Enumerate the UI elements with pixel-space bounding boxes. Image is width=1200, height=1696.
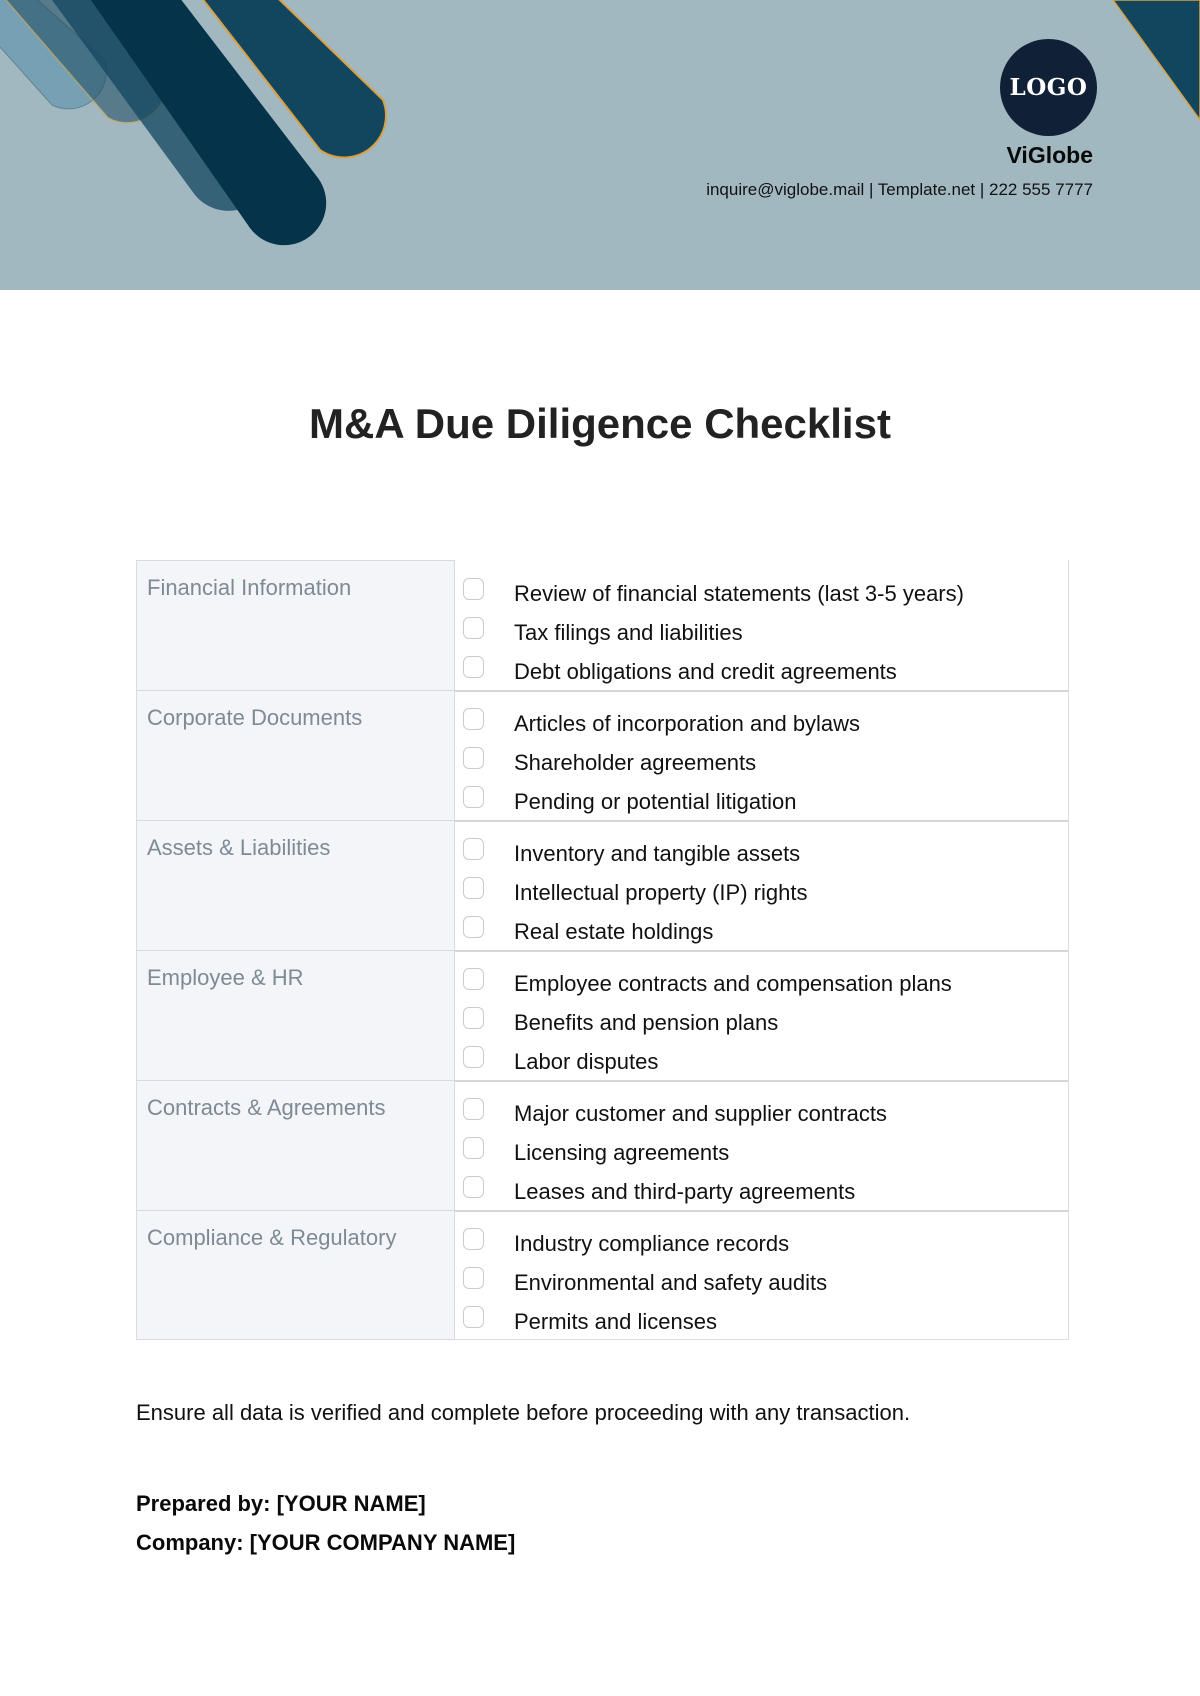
verification-note: Ensure all data is verified and complete…: [136, 1400, 911, 1425]
checklist-item: Environmental and safety audits: [455, 1263, 1068, 1302]
items-cell: Industry compliance records Environmental…: [455, 1210, 1069, 1340]
checklist-item: Review of financial statements (last 3-5…: [455, 574, 1068, 613]
checkbox[interactable]: [463, 876, 484, 899]
items-cell: Review of financial statements (last 3-5…: [455, 560, 1069, 690]
category-cell: Corporate Documents: [136, 690, 455, 820]
category-cell: Assets & Liabilities: [136, 820, 455, 950]
checklist-item-label: Benefits and pension plans: [514, 1009, 779, 1035]
category-label: Assets & Liabilities: [147, 835, 331, 860]
prepared-by: Prepared by: [YOUR NAME]: [136, 1491, 426, 1516]
checklist-item: Tax filings and liabilities: [455, 613, 1068, 652]
checklist-item-label: Tax filings and liabilities: [514, 619, 743, 645]
checklist-row: Compliance & Regulatory Industry complian…: [136, 1210, 1069, 1340]
checkbox[interactable]: [463, 785, 484, 808]
category-label: Employee & HR: [147, 965, 304, 990]
logo-text: LOGO: [1009, 74, 1088, 101]
checklist-row: Assets & Liabilities Inventory and tangib…: [136, 820, 1069, 950]
checklist-row: Employee & HR Employee contracts and comp…: [136, 950, 1069, 1080]
category-cell: Compliance & Regulatory: [136, 1210, 455, 1340]
checkbox[interactable]: [463, 616, 484, 639]
checklist-item-label: Shareholder agreements: [514, 749, 757, 775]
checklist-item: Labor disputes: [455, 1042, 1068, 1081]
checklist-item: Intellectual property (IP) rights: [455, 873, 1068, 912]
checkbox[interactable]: [463, 1136, 484, 1159]
company-logo: LOGO: [1000, 39, 1097, 136]
checklist-item: Debt obligations and credit agreements: [455, 652, 1068, 691]
checklist-item-label: Permits and licenses: [514, 1308, 717, 1334]
checklist-item: Major customer and supplier contracts: [455, 1094, 1068, 1133]
category-cell: Financial Information: [136, 560, 455, 690]
checkbox[interactable]: [463, 1305, 484, 1328]
items-cell: Inventory and tangible assets Intellectua…: [455, 820, 1069, 950]
category-label: Compliance & Regulatory: [147, 1225, 397, 1250]
category-label: Contracts & Agreements: [147, 1095, 386, 1120]
checkbox[interactable]: [463, 967, 484, 990]
checkbox[interactable]: [463, 1266, 484, 1289]
checklist-item-label: Labor disputes: [514, 1048, 659, 1074]
checklist-item: Real estate holdings: [455, 912, 1068, 951]
checkbox[interactable]: [463, 746, 484, 769]
checklist-item-label: Articles of incorporation and bylaws: [514, 710, 861, 736]
checklist-item-label: Pending or potential litigation: [514, 788, 797, 814]
checklist-item-label: Real estate holdings: [514, 918, 714, 944]
company-field: Company: [YOUR COMPANY NAME]: [136, 1530, 516, 1555]
items-cell: Major customer and supplier contracts Lic…: [455, 1080, 1069, 1210]
checklist-row: Corporate Documents Articles of incorpora…: [136, 690, 1069, 820]
checkbox[interactable]: [463, 1045, 484, 1068]
checklist-item-label: Intellectual property (IP) rights: [514, 879, 808, 905]
items-cell: Employee contracts and compensation plan…: [455, 950, 1069, 1080]
checklist-item-label: Inventory and tangible assets: [514, 840, 801, 866]
checkbox[interactable]: [463, 1006, 484, 1029]
checklist-item: Inventory and tangible assets: [455, 834, 1068, 873]
header-banner: LOGO ViGlobe inquire@viglobe.mail | Temp…: [0, 0, 1200, 290]
checkbox[interactable]: [463, 1227, 484, 1250]
checklist-item-label: Industry compliance records: [514, 1230, 790, 1256]
checklist-item: Employee contracts and compensation plan…: [455, 964, 1068, 1003]
checkbox[interactable]: [463, 915, 484, 938]
stripe-shapes: [0, 0, 387, 246]
checklist-item: Articles of incorporation and bylaws: [455, 704, 1068, 743]
checklist-row: Financial Information Review of financial…: [136, 560, 1069, 690]
checklist-item-label: Leases and third-party agreements: [514, 1178, 856, 1204]
checklist-item: Permits and licenses: [455, 1302, 1068, 1341]
checkbox[interactable]: [463, 577, 484, 600]
checklist-item: Pending or potential litigation: [455, 782, 1068, 821]
checklist-item-label: Employee contracts and compensation plan…: [514, 970, 952, 996]
document-title: M&A Due Diligence Checklist: [309, 400, 891, 447]
checkbox[interactable]: [463, 655, 484, 678]
checkbox[interactable]: [463, 1175, 484, 1198]
category-label: Corporate Documents: [147, 705, 363, 730]
items-cell: Articles of incorporation and bylaws Shar…: [455, 690, 1069, 820]
checklist-item: Benefits and pension plans: [455, 1003, 1068, 1042]
checkbox[interactable]: [463, 1097, 484, 1120]
corner-triangle-shape: [1112, 0, 1200, 122]
checkbox[interactable]: [463, 707, 484, 730]
checklist-item-label: Licensing agreements: [514, 1139, 730, 1165]
company-name: ViGlobe: [1006, 142, 1094, 168]
checklist-item: Industry compliance records: [455, 1224, 1068, 1263]
category-cell: Contracts & Agreements: [136, 1080, 455, 1210]
checklist-item: Shareholder agreements: [455, 743, 1068, 782]
checkbox[interactable]: [463, 837, 484, 860]
checklist-item: Licensing agreements: [455, 1133, 1068, 1172]
checklist-table: Financial Information Review of financial…: [136, 560, 1069, 1340]
category-label: Financial Information: [147, 575, 352, 600]
checklist-item-label: Review of financial statements (last 3-5…: [514, 580, 964, 606]
checklist-item-label: Debt obligations and credit agreements: [514, 658, 897, 684]
checklist-row: Contracts & Agreements Major customer and…: [136, 1080, 1069, 1210]
checklist-item-label: Environmental and safety audits: [514, 1269, 828, 1295]
checklist-item: Leases and third-party agreements: [455, 1172, 1068, 1211]
category-cell: Employee & HR: [136, 950, 455, 1080]
contact-info: inquire@viglobe.mail | Template.net | 22…: [706, 180, 1093, 199]
checklist-item-label: Major customer and supplier contracts: [514, 1100, 887, 1126]
